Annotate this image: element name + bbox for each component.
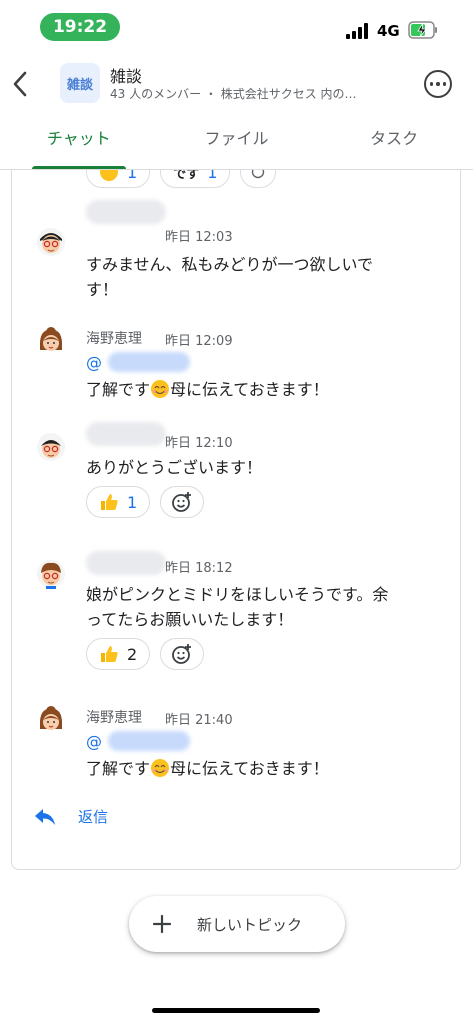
status-time: 19:22 <box>40 13 120 41</box>
more-dot <box>436 82 440 86</box>
mention[interactable]: @ <box>86 731 190 751</box>
message-time: 昨日 12:10 <box>165 436 233 451</box>
sender-name-redacted <box>86 200 166 224</box>
plus-icon <box>152 914 172 934</box>
mention-at: @ <box>86 352 102 372</box>
reaction-chip[interactable]: 1 <box>86 170 151 188</box>
room-title[interactable]: 雑談 <box>110 63 142 87</box>
sender-name: 海野恵理 <box>86 331 142 347</box>
partial-reactions: 1 です 1 <box>86 170 277 188</box>
message-time: 昨日 21:40 <box>165 713 233 728</box>
reply-icon <box>35 808 55 825</box>
sender-name-redacted <box>86 551 166 575</box>
message-line: す！ <box>86 280 119 299</box>
reaction-bar: 1 <box>86 486 205 518</box>
tab-files[interactable]: ファイル <box>158 114 316 169</box>
thumbs-up-icon <box>101 494 118 510</box>
reply-button[interactable]: 返信 <box>34 806 108 827</box>
message-time: 昨日 12:09 <box>165 334 233 349</box>
room-avatar[interactable]: 雑談 <box>60 63 100 103</box>
chevron-left-icon <box>13 71 27 97</box>
message-text-part: 母に伝えておきます！ <box>170 380 329 399</box>
smiling-face-emoji-icon <box>151 759 170 777</box>
chat-header: 雑談 雑談 43 人のメンバー ・ 株式会社サクセス 内の… <box>0 56 473 114</box>
tab-chat[interactable]: チャット <box>0 114 158 169</box>
home-indicator[interactable] <box>152 1008 320 1013</box>
user-avatar-icon[interactable] <box>36 559 66 589</box>
user-avatar-icon[interactable] <box>36 227 66 257</box>
signal-strength-icon <box>346 23 368 39</box>
tab-tasks[interactable]: タスク <box>315 114 473 169</box>
reaction-count: 2 <box>127 644 138 664</box>
mention[interactable]: @ <box>86 352 190 372</box>
sender-name-redacted <box>86 422 166 446</box>
reaction-bar: 2 <box>86 638 205 670</box>
more-dot <box>442 82 447 86</box>
reaction-thumbs-up-chip[interactable]: 2 <box>86 638 151 670</box>
reaction-chip[interactable]: です 1 <box>160 170 231 188</box>
message-line: すみません、私もみどりが一つ欲しいで <box>86 255 374 274</box>
thread-card: 1 です 1 昨日 12:03 すみません、私もみどりが一つ欲しいで す！ 海野… <box>11 170 461 870</box>
reaction-count: 1 <box>127 170 138 182</box>
add-reaction-icon <box>172 492 192 512</box>
message-text: すみません、私もみどりが一つ欲しいで す！ <box>86 252 442 302</box>
mention-name-redacted <box>108 352 190 372</box>
add-reaction-icon <box>172 644 192 664</box>
new-topic-label: 新しいトピック <box>197 915 303 934</box>
more-options-button[interactable] <box>424 70 452 98</box>
network-type: 4G <box>377 22 400 40</box>
smile-emoji-icon <box>100 170 118 181</box>
message-text: 娘がピンクとミドリをほしいそうです。余 ってたらお願いいたします！ <box>86 582 442 632</box>
back-button[interactable] <box>6 66 34 102</box>
message-text: ありがとうございます！ <box>86 455 442 480</box>
add-reaction-button[interactable] <box>240 170 277 188</box>
new-topic-button[interactable]: 新しいトピック <box>129 896 345 952</box>
message-text-part: 母に伝えておきます！ <box>170 759 329 778</box>
add-reaction-icon <box>252 170 265 179</box>
message-text-part: 了解です <box>86 759 151 778</box>
reaction-count: 1 <box>207 170 218 182</box>
message-line: 娘がピンクとミドリをほしいそうです。余 <box>86 585 389 604</box>
mention-name-redacted <box>108 731 190 751</box>
add-reaction-button[interactable] <box>160 486 205 518</box>
desu-sticker-icon: です <box>173 170 200 182</box>
tab-bar: チャット ファイル タスク <box>0 114 473 170</box>
message-line: ってたらお願いいたします！ <box>86 610 294 629</box>
reply-label: 返信 <box>78 808 109 826</box>
reaction-count: 1 <box>127 492 138 512</box>
user-avatar-icon[interactable] <box>36 326 66 356</box>
mention-at: @ <box>86 731 102 751</box>
more-horizontal-icon <box>429 82 434 86</box>
thumbs-up-icon <box>101 646 118 662</box>
message-time: 昨日 12:03 <box>165 230 233 245</box>
battery-charging-icon <box>408 21 437 39</box>
reaction-thumbs-up-chip[interactable]: 1 <box>86 486 151 518</box>
status-bar: 19:22 4G <box>0 0 473 56</box>
message-time: 昨日 18:12 <box>165 561 233 576</box>
user-avatar-icon[interactable] <box>36 432 66 462</box>
message-text-part: 了解です <box>86 380 151 399</box>
message-line: ありがとうございます！ <box>86 458 263 477</box>
user-avatar-icon[interactable] <box>36 705 66 735</box>
room-subtitle[interactable]: 43 人のメンバー ・ 株式会社サクセス 内の… <box>110 85 405 102</box>
smiling-face-emoji-icon <box>151 380 170 398</box>
sender-name: 海野恵理 <box>86 710 142 726</box>
message-text: 了解です 母に伝えておきます！ <box>86 377 442 402</box>
message-text: 了解です 母に伝えておきます！ <box>86 756 442 781</box>
add-reaction-button[interactable] <box>160 638 205 670</box>
